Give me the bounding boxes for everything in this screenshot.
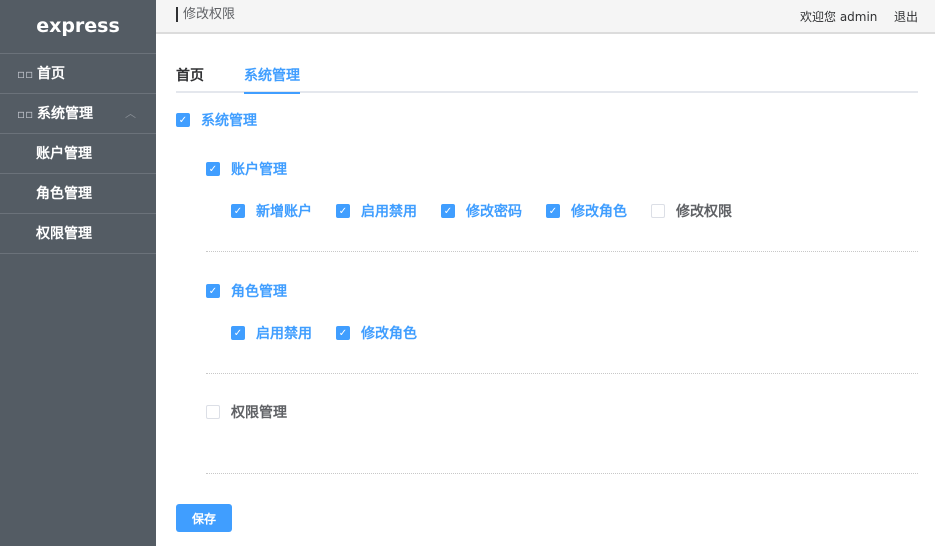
logo: express [0, 0, 156, 54]
divider [206, 373, 918, 374]
checkbox-icon[interactable]: ✓ [231, 204, 245, 218]
chevron-up-icon: ︿ [125, 107, 136, 120]
checkbox-icon[interactable]: ✓ [231, 326, 245, 340]
checkbox-item[interactable]: ✓ 启用禁用 [336, 201, 417, 221]
sidebar-item-permissions[interactable]: 权限管理 [0, 214, 156, 254]
checkbox-label: 新增账户 [256, 204, 312, 220]
checkbox-icon[interactable]: ✓ [441, 204, 455, 218]
sidebar-item-label: 系统管理 [37, 106, 93, 122]
checkbox-system[interactable]: ✓ 系统管理 [176, 110, 257, 130]
sidebar-item-label: 权限管理 [36, 226, 92, 242]
checkbox-label: 修改权限 [676, 204, 732, 220]
checkbox-label: 账户管理 [231, 162, 287, 178]
checkbox-group[interactable]: ✓ 角色管理 [206, 281, 287, 301]
divider [206, 251, 918, 252]
checkbox-icon[interactable] [206, 405, 220, 419]
checkbox-icon[interactable] [651, 204, 665, 218]
checkbox-label: 启用禁用 [256, 326, 312, 342]
logout-link[interactable]: 退出 [894, 8, 918, 25]
sidebar-item-system[interactable]: ▫▫ 系统管理 ︿ [0, 94, 156, 134]
tab-system[interactable]: 系统管理 [244, 65, 300, 94]
checkbox-label: 修改角色 [571, 204, 627, 220]
checkbox-icon[interactable]: ✓ [206, 162, 220, 176]
checkbox-item[interactable]: ✓ 修改角色 [546, 201, 627, 221]
checkbox-icon[interactable]: ✓ [546, 204, 560, 218]
checkbox-item[interactable]: ✓ 新增账户 [231, 201, 312, 221]
checkbox-label: 启用禁用 [361, 204, 417, 220]
checkbox-group[interactable]: ✓ 账户管理 [206, 159, 287, 179]
checkbox-label: 修改角色 [361, 326, 417, 342]
checkbox-icon[interactable]: ✓ [176, 113, 190, 127]
header: 修改权限 欢迎您 admin 退出 [156, 0, 935, 34]
checkbox-item[interactable]: ✓ 启用禁用 [231, 323, 312, 343]
grid-icon: ▫▫ [17, 67, 34, 81]
tabs: 首页 系统管理 [176, 62, 918, 94]
sidebar-item-label: 角色管理 [36, 186, 92, 202]
checkbox-group[interactable]: 权限管理 [206, 402, 287, 422]
sidebar-item-label: 首页 [37, 66, 65, 82]
checkbox-icon[interactable]: ✓ [206, 284, 220, 298]
sidebar-item-label: 账户管理 [36, 146, 92, 162]
sidebar-item-accounts[interactable]: 账户管理 [0, 134, 156, 174]
checkbox-label: 系统管理 [201, 113, 257, 129]
sidebar: express ▫▫ 首页 ▫▫ 系统管理 ︿ 账户管理 角色管理 权限管理 [0, 0, 156, 546]
checkbox-item[interactable]: ✓ 修改角色 [336, 323, 417, 343]
checkbox-label: 角色管理 [231, 284, 287, 300]
sidebar-item-roles[interactable]: 角色管理 [0, 174, 156, 214]
checkbox-label: 权限管理 [231, 405, 287, 421]
divider [206, 473, 918, 474]
checkbox-item[interactable]: 修改权限 [651, 201, 732, 221]
checkbox-label: 修改密码 [466, 204, 522, 220]
checkbox-icon[interactable]: ✓ [336, 326, 350, 340]
checkbox-item[interactable]: ✓ 修改密码 [441, 201, 522, 221]
sidebar-item-home[interactable]: ▫▫ 首页 [0, 54, 156, 94]
tab-home[interactable]: 首页 [176, 65, 204, 94]
grid-icon: ▫▫ [17, 107, 34, 121]
page-title: 修改权限 [176, 7, 235, 22]
checkbox-icon[interactable]: ✓ [336, 204, 350, 218]
save-button[interactable]: 保存 [176, 504, 232, 532]
welcome-text: 欢迎您 admin [800, 10, 878, 24]
